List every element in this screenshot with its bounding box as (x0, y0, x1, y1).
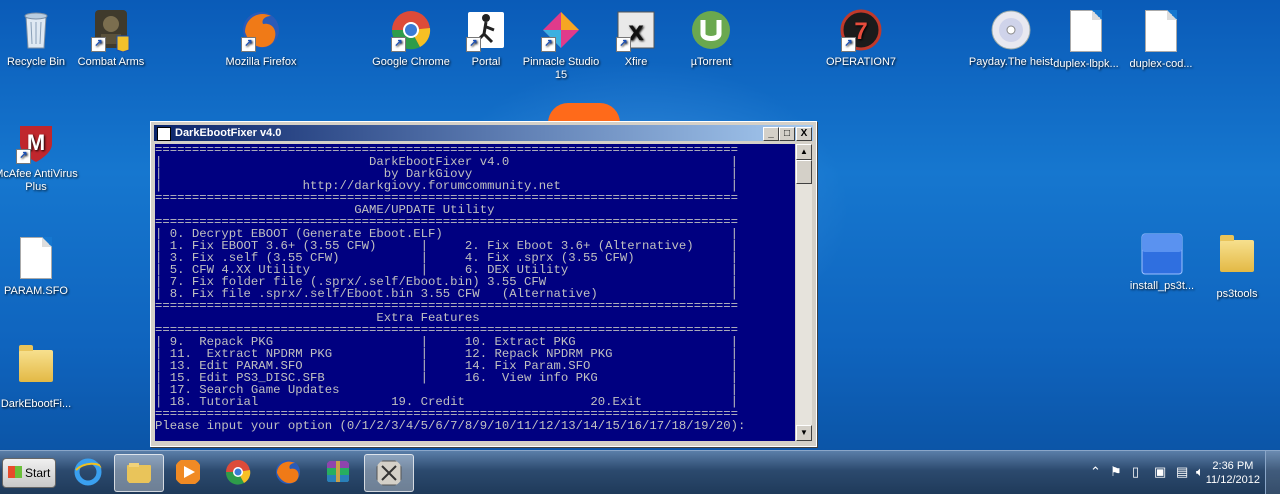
show-hidden-icons-icon[interactable]: ⌃ (1090, 464, 1101, 480)
taskbar-firefox[interactable] (264, 454, 312, 490)
wallpaper-orb (548, 103, 620, 123)
system-tray: ⌃ ⚑ ▯ ▣ ▤ 🔈︎ 2:36 PM 11/12/2012 (1080, 451, 1280, 494)
window-title: DarkEbootFixer v4.0 (175, 127, 282, 139)
window-titlebar[interactable]: DarkEbootFixer v4.0 _ □ X (154, 125, 813, 141)
chrome-icon: ↗ (389, 8, 433, 52)
console-app-icon (157, 127, 171, 141)
internet-explorer-icon (74, 458, 102, 486)
shortcut-arrow-icon: ↗ (616, 37, 631, 52)
desktop-icon-label: Mozilla Firefox (225, 56, 297, 68)
desktop-icon-darkebootfixer-folder[interactable]: DarkEbootFi... (0, 342, 81, 411)
shortcut-arrow-icon: ↗ (391, 37, 406, 52)
shortcut-arrow-icon: ↗ (541, 37, 556, 52)
combat-arms-icon: ↗ (89, 8, 133, 53)
close-button[interactable]: X (796, 127, 812, 141)
desktop-icon-param-sfo[interactable]: PARAM.SFO (0, 235, 81, 298)
mcafee-icon: M ↗ (14, 120, 58, 164)
taskbar-darkebootfixer[interactable] (364, 454, 414, 492)
taskbar: Start ⌃ ⚑ ▯ ▣ ▤ 🔈︎ 2:36 PM 11/12/2012 (0, 450, 1280, 494)
desktop-icon-label: Google Chrome (372, 56, 450, 68)
maximize-button[interactable]: □ (779, 127, 795, 141)
document-icon (14, 237, 58, 281)
action-center-flag-icon[interactable]: ⚑ (1110, 464, 1122, 480)
start-label: Start (25, 466, 51, 480)
install-icon (1140, 232, 1184, 276)
firefox-icon: ↗ (239, 8, 283, 52)
console-line: Please input your option (0/1/2/3/4/5/6/… (155, 419, 746, 433)
svg-text:7: 7 (854, 18, 867, 45)
pinnacle-icon: ↗ (539, 8, 583, 52)
desktop-icon-label: Combat Arms (77, 56, 145, 68)
desktop-icon-label: Xfire (624, 56, 648, 68)
shortcut-arrow-icon: ↗ (466, 37, 481, 52)
desktop-icon-label: duplex-cod... (1129, 58, 1193, 70)
device-icon[interactable]: ▣ (1154, 464, 1166, 480)
clock-time: 2:36 PM (1212, 460, 1254, 472)
start-button[interactable]: Start (2, 458, 56, 488)
taskbar-winrar[interactable] (314, 454, 362, 490)
desktop-icon-label: Portal (471, 56, 501, 68)
darkebootfixer-task-icon (376, 460, 402, 486)
desktop-icon-ps3tools[interactable]: ps3tools (1192, 232, 1280, 301)
desktop-icon-label: duplex-lbpk... (1053, 58, 1119, 70)
scroll-up-icon[interactable]: ▲ (796, 144, 812, 160)
scroll-down-icon[interactable]: ▼ (796, 425, 812, 441)
desktop-icon-label: DarkEbootFi... (0, 398, 72, 410)
folder-icon (14, 345, 58, 394)
desktop-icon-label: ps3tools (1216, 288, 1258, 300)
desktop-icon-label: OPERATION7 (825, 56, 897, 68)
shortcut-arrow-icon: ↗ (841, 37, 856, 52)
operation7-icon: 7 ↗ (839, 8, 883, 52)
windows-logo-icon (8, 466, 22, 478)
desktop-icon-utorrent[interactable]: µTorrent (666, 8, 756, 69)
taskbar-media-player[interactable] (164, 454, 212, 490)
clock-date: 11/12/2012 (1205, 474, 1260, 486)
desktop-icon-duplex-cod[interactable]: duplex-cod... (1116, 8, 1206, 71)
document-icon (1139, 10, 1183, 54)
vertical-scrollbar[interactable]: ▲ ▼ (796, 144, 812, 441)
minimize-button[interactable]: _ (763, 127, 779, 141)
desktop-icon-label: install_ps3t... (1129, 280, 1195, 292)
shortcut-arrow-icon: ↗ (91, 37, 106, 52)
chrome-icon (225, 460, 251, 485)
winrar-icon (327, 461, 349, 482)
clock[interactable]: 2:36 PM 11/12/2012 (1206, 459, 1260, 487)
console-output[interactable]: ========================================… (155, 144, 795, 441)
taskbar-chrome[interactable] (214, 454, 262, 490)
taskbar-windows-explorer[interactable] (114, 454, 164, 492)
portal-icon: ↗ (464, 8, 508, 52)
folder-icon (1215, 235, 1259, 284)
utorrent-icon (689, 8, 733, 52)
windows-explorer-icon (127, 463, 151, 483)
disc-icon (989, 8, 1033, 52)
scroll-thumb[interactable] (796, 160, 812, 184)
desktop-icon-label: McAfee AntiVirus Plus (0, 168, 78, 193)
media-player-icon (176, 460, 200, 484)
console-window[interactable]: DarkEbootFixer v4.0 _ □ X ==============… (150, 121, 817, 447)
network-icon[interactable]: ▤ (1176, 464, 1188, 480)
firefox-icon (276, 460, 300, 484)
desktop-icon-firefox[interactable]: ↗ Mozilla Firefox (216, 8, 306, 69)
desktop-icon-label: µTorrent (690, 56, 732, 68)
shortcut-arrow-icon: ↗ (241, 37, 256, 52)
taskbar-internet-explorer[interactable] (64, 454, 112, 490)
desktop-icon-operation7[interactable]: 7 ↗ OPERATION7 (816, 8, 906, 69)
desktop-icon-mcafee[interactable]: M ↗ McAfee AntiVirus Plus (0, 120, 81, 194)
recycle-bin-icon (14, 8, 58, 52)
shortcut-arrow-icon: ↗ (16, 149, 31, 164)
show-desktop-button[interactable] (1265, 451, 1280, 494)
document-icon (1064, 10, 1108, 54)
desktop-icon-combat-arms[interactable]: ↗ Combat Arms (66, 8, 156, 69)
desktop-icon-label: Recycle Bin (6, 56, 66, 68)
volume-icon[interactable]: 🔈︎ (1196, 464, 1204, 480)
xfire-icon: x ↗ (614, 8, 658, 52)
desktop-icon-label: PARAM.SFO (4, 285, 68, 297)
power-icon[interactable]: ▯ (1132, 464, 1139, 480)
desktop-icon-label: Pinnacle Studio 15 (522, 56, 600, 81)
